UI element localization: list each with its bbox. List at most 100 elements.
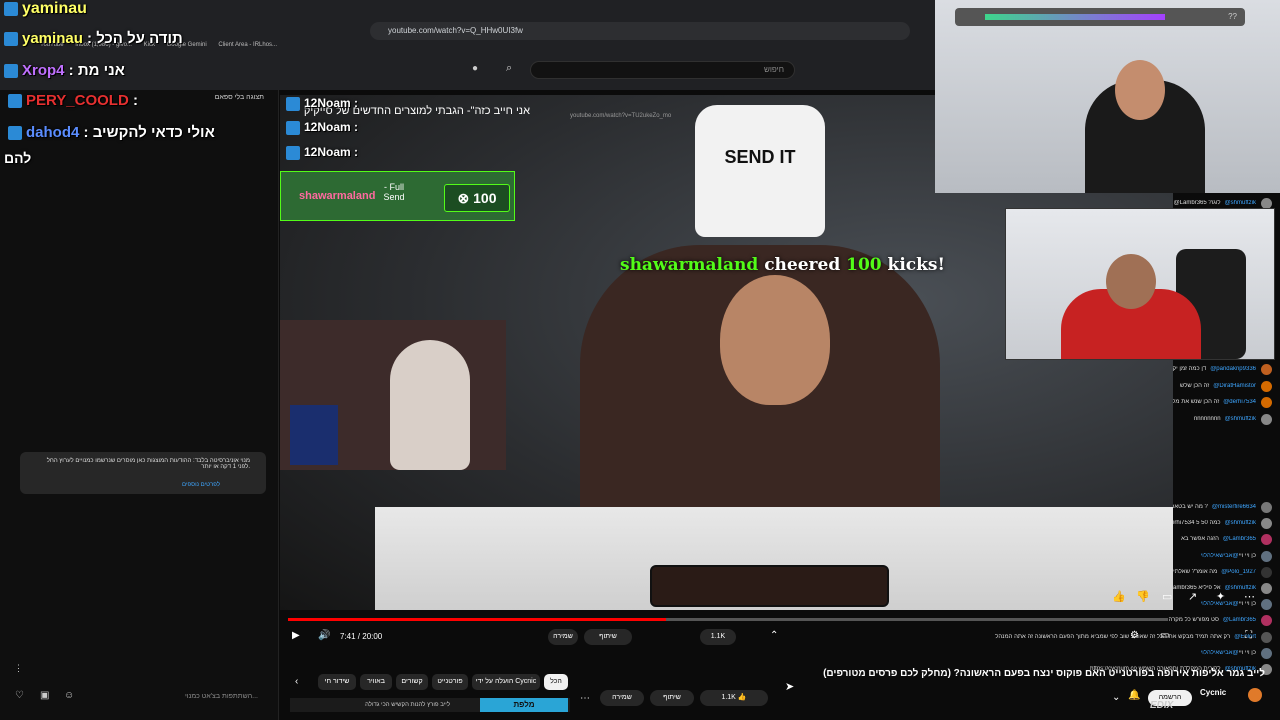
avatar[interactable] xyxy=(1261,647,1272,659)
chat-author[interactable]: @derhi7534 xyxy=(1223,399,1256,405)
overlay-chat-line: yaminau xyxy=(4,0,87,18)
comment-icon[interactable]: ▭ xyxy=(1162,590,1172,603)
chat-author[interactable]: @shmuftzik xyxy=(1225,520,1256,526)
avatar[interactable] xyxy=(1261,615,1272,627)
sponsor-tag[interactable]: מלפת xyxy=(480,698,568,712)
chat-message-text: סט מפורש כל מקרה xyxy=(1168,617,1219,624)
volume-icon[interactable]: 🔊 xyxy=(318,630,330,641)
avatar[interactable] xyxy=(1261,364,1272,375)
channel-name[interactable]: Cycnic xyxy=(1200,688,1226,697)
overlay-chat-line: 12Noam : xyxy=(286,145,358,160)
chat-input[interactable]: השתתפות בצ'אט כמנוי... xyxy=(10,688,268,706)
badge-icon xyxy=(4,1,18,16)
chip-related[interactable]: קשורים xyxy=(396,674,428,690)
avatar[interactable] xyxy=(1261,397,1272,409)
cheer-text-end: kicks! xyxy=(881,255,945,275)
chevron-up-icon[interactable]: ⌃ xyxy=(770,630,778,641)
chat-message-text: כן ויי ויי xyxy=(1238,649,1256,656)
avatar[interactable] xyxy=(1261,583,1272,594)
mic-icon[interactable]: ● xyxy=(472,63,478,74)
chip-all[interactable]: הכל xyxy=(544,674,568,690)
avatar[interactable] xyxy=(1261,550,1272,562)
overlay-username: PERY_COOLD xyxy=(26,92,129,109)
badge-icon xyxy=(286,120,300,135)
webcam-main: ?? xyxy=(935,0,1280,193)
avatar[interactable] xyxy=(1261,380,1272,392)
video-progress-bar[interactable] xyxy=(288,618,1168,621)
settings-icon[interactable]: ⚙ xyxy=(1130,630,1139,641)
share-icon[interactable]: ↗ xyxy=(1188,590,1197,603)
chevron-left-icon[interactable]: ‹ xyxy=(295,676,298,687)
save-button[interactable]: שמירה xyxy=(600,690,644,706)
overlay-message: : תודה על הכל xyxy=(82,30,183,47)
like-button[interactable]: 1.1K 👍 xyxy=(700,690,768,706)
avatar[interactable] xyxy=(1261,518,1272,530)
badge-icon xyxy=(286,145,300,160)
like-count-button[interactable]: 1.1K xyxy=(700,629,736,645)
chat-author[interactable]: @אבישאילהלוי xyxy=(1201,553,1239,559)
monitor-image xyxy=(290,405,338,465)
chat-author[interactable]: @Lambr365 xyxy=(1223,536,1256,542)
keyboard-image xyxy=(650,565,889,607)
chevron-down-icon[interactable]: ⌄ xyxy=(1112,692,1120,703)
chat-author[interactable]: @shmuftzik xyxy=(1225,416,1256,422)
avatar[interactable] xyxy=(1261,413,1272,425)
overlay-username: 12Noam xyxy=(304,120,351,134)
chat-author[interactable]: @misterfire6634 xyxy=(1212,504,1256,510)
badge-icon xyxy=(286,96,300,111)
chat-author[interactable]: @Lambr365 xyxy=(1223,617,1256,623)
chat-author[interactable]: @Polo_1927 xyxy=(1221,569,1256,575)
more-icon[interactable]: ⋯ xyxy=(580,693,590,704)
share-button[interactable]: שיתוף xyxy=(584,629,632,645)
bell-icon[interactable]: 🔔 xyxy=(1128,690,1140,701)
chip-live[interactable]: שידור חי xyxy=(318,674,356,690)
overlay-username: 12Noam xyxy=(304,145,351,159)
address-bar[interactable]: youtube.com/watch?v=Q_HHw0UI3fw xyxy=(370,22,910,40)
chat-message-text: זה הכן שנש את מקום xyxy=(1166,399,1220,406)
webcam-secondary xyxy=(1005,208,1275,360)
like-icon[interactable]: 👍 xyxy=(1112,590,1126,603)
overlay-chat-line: 12Noam : xyxy=(286,120,358,135)
share-button[interactable]: שיתוף xyxy=(650,690,694,706)
cheer-user: shawarmaland xyxy=(620,255,759,275)
presenter-head xyxy=(720,275,830,405)
chip-uploaded[interactable]: הועלה על ידי Cycnic xyxy=(472,674,540,690)
search-icon[interactable]: ⌕ xyxy=(506,62,512,75)
chip-live-air[interactable]: באוויר xyxy=(360,674,392,690)
avatar[interactable] xyxy=(1261,502,1272,513)
overlay-message: : xyxy=(350,120,359,134)
sponsor-text: לייב פורץ להנות הקשיש הכי גדולה xyxy=(365,702,450,708)
chat-message-text: כן ויי ויי xyxy=(1238,552,1256,559)
avatar[interactable] xyxy=(1261,534,1272,546)
dislike-icon[interactable]: 👎 xyxy=(1136,590,1150,603)
play-icon[interactable]: ▶ xyxy=(292,630,300,641)
cam-head xyxy=(1106,254,1156,309)
chat-author[interactable]: @DiratHamistor xyxy=(1213,383,1256,389)
theater-icon[interactable]: ▭ xyxy=(1160,630,1169,641)
inner-url: youtube.com/watch?v=TU2ukeZo_mo xyxy=(570,113,672,119)
remix-icon[interactable]: ✦ xyxy=(1216,590,1225,603)
chat-author[interactable]: @אבישאילהלוי xyxy=(1201,650,1239,656)
bookmark-item[interactable]: Client Area - IRLhos... xyxy=(218,42,277,48)
overlay-message: : xyxy=(350,96,359,110)
chat-author[interactable]: @shmuftzik xyxy=(1225,200,1256,206)
like-count: 1.1K xyxy=(721,694,736,701)
more-icon[interactable]: ⋯ xyxy=(1244,590,1255,603)
notice-text: מנוי אוניברסיטה בלבד: ההודעות המוצגות כא… xyxy=(46,458,250,470)
avatar[interactable] xyxy=(1261,566,1272,578)
cheer-text: cheered xyxy=(758,255,847,275)
more-vert-icon[interactable]: ⋮ xyxy=(14,663,23,674)
avatar[interactable] xyxy=(1261,599,1272,611)
notice-more-link[interactable]: לפרטים נוספים xyxy=(36,482,250,488)
channel-avatar[interactable] xyxy=(1248,688,1262,702)
fullscreen-icon[interactable]: ⛶ xyxy=(1245,630,1252,641)
alert-tier: - Full Send xyxy=(383,182,405,202)
chat-message-text: nnnnnnnn xyxy=(1193,415,1221,422)
chat-author[interactable]: @pandakrip9336 xyxy=(1210,366,1256,372)
tshirt-graphic: SEND IT xyxy=(695,105,825,237)
avatar[interactable] xyxy=(1261,631,1272,643)
save-button[interactable]: שמירה xyxy=(548,629,578,645)
overlay-message: : xyxy=(350,145,359,159)
search-input[interactable]: חיפוש xyxy=(530,61,795,79)
chip-fortnite[interactable]: פורטנייט xyxy=(432,674,468,690)
